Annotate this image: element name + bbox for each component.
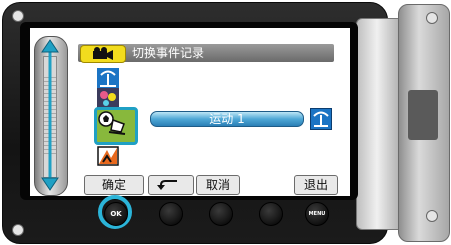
beach-icon — [97, 68, 119, 88]
movie-camera-icon — [93, 47, 113, 60]
hardware-button-3[interactable] — [209, 202, 233, 226]
ok-label: OK — [110, 210, 122, 218]
event-sports-item[interactable] — [94, 107, 138, 145]
menu-hardware-button[interactable]: MENU — [305, 202, 329, 226]
night-icon — [97, 88, 119, 108]
beach-icon — [313, 111, 329, 127]
event-night-item[interactable] — [97, 88, 119, 108]
event-beach-item[interactable] — [97, 68, 119, 88]
hardware-button-2[interactable] — [159, 202, 183, 226]
cancel-button[interactable]: 取消 — [196, 175, 240, 195]
selected-value-bar[interactable]: 运动 1 — [150, 111, 304, 127]
screw-icon — [12, 224, 24, 236]
sports-icon — [98, 111, 126, 135]
exit-button[interactable]: 退出 — [294, 175, 338, 195]
screw-icon — [12, 10, 24, 22]
event-activity-item[interactable] — [97, 146, 119, 166]
back-button[interactable] — [148, 175, 194, 195]
menu-label: MENU — [308, 211, 326, 217]
selected-value-icon — [310, 108, 332, 130]
confirm-button[interactable]: 确定 — [84, 175, 144, 195]
side-slot — [408, 90, 438, 140]
movie-mode-badge — [80, 45, 126, 63]
hardware-button-4[interactable] — [259, 202, 283, 226]
screw-icon — [426, 210, 438, 222]
ok-hardware-button[interactable]: OK — [104, 202, 128, 226]
screw-icon — [426, 12, 438, 24]
return-arrow-icon — [157, 180, 177, 190]
activity-icon — [97, 146, 119, 166]
slider-arrows-icon — [41, 39, 59, 191]
menu-title: 切换事件记录 — [132, 46, 205, 60]
